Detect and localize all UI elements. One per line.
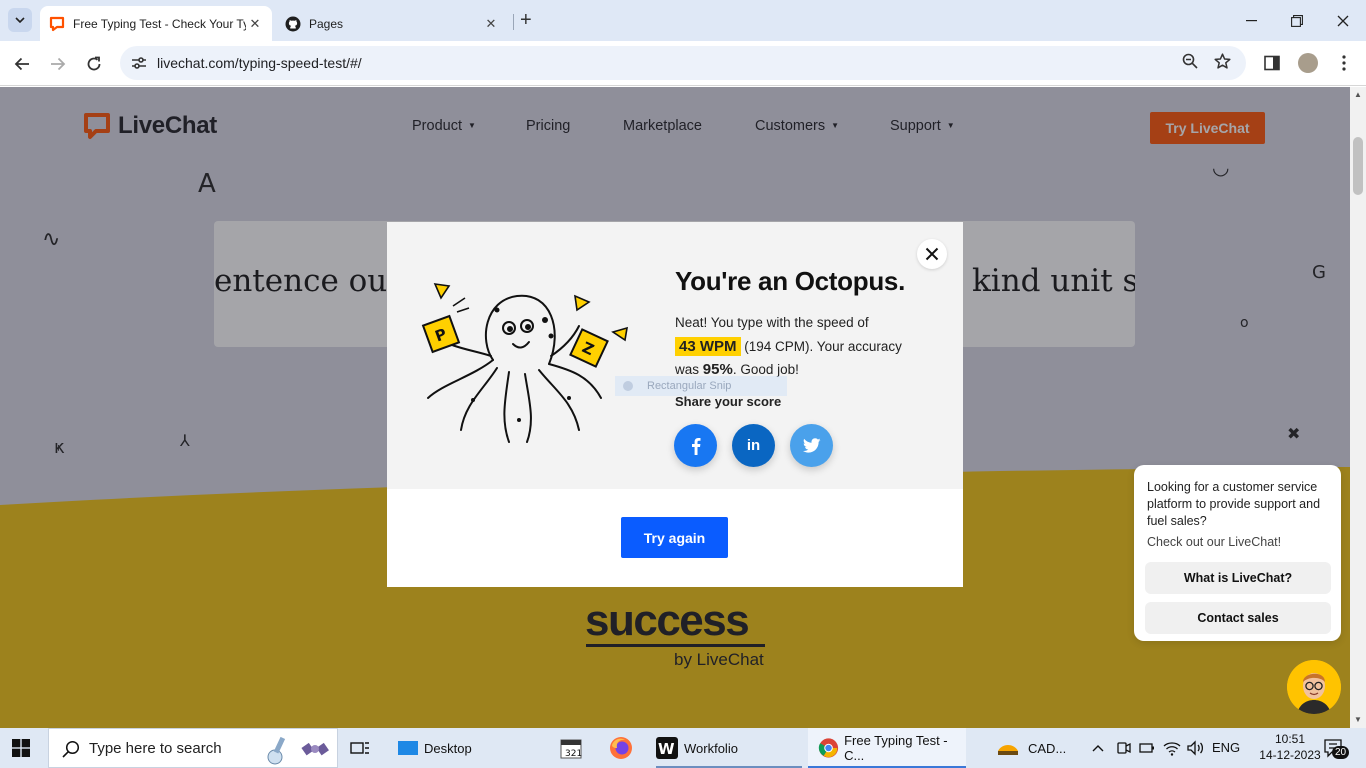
- battery-icon[interactable]: [1139, 740, 1155, 759]
- result-modal: P Z You're an Octopus. Neat! You type wi…: [387, 222, 963, 587]
- address-bar[interactable]: livechat.com/typing-speed-test/#/: [120, 46, 1246, 80]
- what-is-livechat-button[interactable]: What is LiveChat?: [1145, 562, 1331, 594]
- result-description: Neat! You type with the speed of 43 WPM …: [675, 315, 902, 378]
- taskbar-clock[interactable]: 10:51 14-12-2023: [1258, 731, 1322, 763]
- clock-time: 10:51: [1274, 732, 1306, 746]
- result-modal-top: P Z You're an Octopus. Neat! You type wi…: [387, 222, 963, 489]
- twitter-share-button[interactable]: [790, 424, 833, 467]
- browser-tab-bar: Free Typing Test - Check Your Typing Spe…: [0, 0, 1366, 41]
- windows-taskbar: Type here to search Desktop 321 W Workfo…: [0, 728, 1366, 768]
- tab-title: Pages: [309, 16, 344, 31]
- facebook-share-button[interactable]: [674, 424, 717, 467]
- page-scrollbar[interactable]: ▲ ▼: [1350, 87, 1366, 728]
- taskbar-workfolio[interactable]: W Workfolio: [656, 728, 738, 768]
- chat-agent-avatar[interactable]: [1287, 660, 1341, 714]
- wpm-value: 43 WPM: [675, 336, 741, 356]
- window-close-icon[interactable]: [1320, 8, 1366, 34]
- result-title: You're an Octopus.: [675, 266, 905, 296]
- scroll-up-arrow-icon[interactable]: ▲: [1354, 90, 1362, 99]
- livechat-favicon-icon: [49, 16, 65, 31]
- windows-start-icon[interactable]: [12, 728, 30, 768]
- language-indicator[interactable]: ENG: [1212, 740, 1240, 755]
- github-icon: [285, 16, 301, 31]
- reload-icon[interactable]: [81, 51, 107, 77]
- modal-close-button[interactable]: [917, 239, 947, 269]
- restore-icon[interactable]: [1274, 8, 1320, 34]
- meet-now-icon[interactable]: [1115, 740, 1131, 759]
- firefox-icon[interactable]: [609, 728, 633, 768]
- tab-typing-test[interactable]: Free Typing Test - Check Your Typing Spe…: [40, 6, 272, 41]
- chat-question-text: Looking for a customer service platform …: [1147, 480, 1321, 528]
- clock-date: 14-12-2023: [1259, 748, 1321, 762]
- tab-divider: [513, 14, 514, 30]
- volume-icon[interactable]: [1187, 740, 1205, 759]
- tab-close-icon[interactable]: ✕: [246, 15, 264, 33]
- cad-app-icon: [998, 745, 1018, 755]
- svg-text:321: 321: [565, 749, 582, 759]
- menu-kebab-icon[interactable]: [1333, 52, 1355, 74]
- search-placeholder: Type here to search: [89, 740, 222, 757]
- wifi-icon[interactable]: [1163, 740, 1181, 759]
- desktop-icon: [398, 741, 418, 755]
- microscope-icon: [267, 736, 286, 765]
- scroll-down-arrow-icon[interactable]: ▼: [1354, 715, 1362, 724]
- scrollbar-thumb[interactable]: [1353, 137, 1363, 195]
- back-arrow-icon[interactable]: [9, 51, 35, 77]
- chat-greeting-card: Looking for a customer service platform …: [1134, 465, 1341, 641]
- tray-expand-icon[interactable]: [1092, 740, 1104, 755]
- octopus-illustration-icon: P Z: [421, 283, 628, 443]
- linkedin-share-button[interactable]: in: [732, 424, 775, 467]
- satellite-icon: [301, 742, 329, 756]
- calendar-app-icon[interactable]: 321: [560, 728, 582, 768]
- twitter-icon: [802, 438, 820, 453]
- taskbar-desktop[interactable]: Desktop: [398, 728, 472, 768]
- agent-face-icon: [1287, 660, 1341, 714]
- contact-sales-button[interactable]: Contact sales: [1145, 602, 1331, 634]
- search-icon: [62, 740, 80, 758]
- site-info-icon[interactable]: [130, 54, 148, 72]
- forward-arrow-icon[interactable]: [45, 51, 71, 77]
- facebook-icon: [691, 437, 700, 455]
- new-tab-plus-icon[interactable]: +: [520, 10, 532, 30]
- linkedin-icon: in: [746, 437, 761, 454]
- browser-toolbar: livechat.com/typing-speed-test/#/: [0, 41, 1366, 86]
- profile-avatar[interactable]: [1297, 52, 1319, 74]
- workfolio-icon: W: [656, 737, 678, 759]
- chevron-down-icon: [15, 17, 25, 23]
- notification-center-icon[interactable]: 20: [1324, 738, 1350, 761]
- minimize-icon[interactable]: [1228, 8, 1274, 34]
- zoom-icon[interactable]: [1180, 53, 1200, 73]
- url-text[interactable]: livechat.com/typing-speed-test/#/: [157, 55, 362, 71]
- svg-text:W: W: [658, 740, 675, 758]
- chrome-icon: [818, 738, 839, 758]
- notification-count-badge: 20: [1332, 746, 1350, 759]
- taskbar-search-box[interactable]: Type here to search: [48, 728, 338, 768]
- rectangular-snip-overlay: Rectangular Snip: [615, 376, 787, 396]
- tab-title: Free Typing Test - Check Your Typing Spe…: [73, 16, 246, 31]
- try-again-button[interactable]: Try again: [621, 517, 728, 558]
- taskbar-cad[interactable]: CAD...: [996, 728, 1066, 768]
- close-icon: [925, 247, 939, 261]
- task-view-icon[interactable]: [350, 728, 370, 768]
- tab-search-button[interactable]: [8, 8, 32, 32]
- tab-pages[interactable]: Pages ✕: [276, 6, 508, 41]
- taskbar-chrome[interactable]: Free Typing Test - C...: [808, 728, 966, 768]
- share-score-label: Share your score: [675, 394, 782, 409]
- bookmark-star-icon[interactable]: [1212, 53, 1232, 73]
- chat-sub-text: Check out our LiveChat!: [1147, 535, 1282, 549]
- side-panel-icon[interactable]: [1261, 52, 1283, 74]
- tab-close-icon[interactable]: ✕: [482, 15, 500, 33]
